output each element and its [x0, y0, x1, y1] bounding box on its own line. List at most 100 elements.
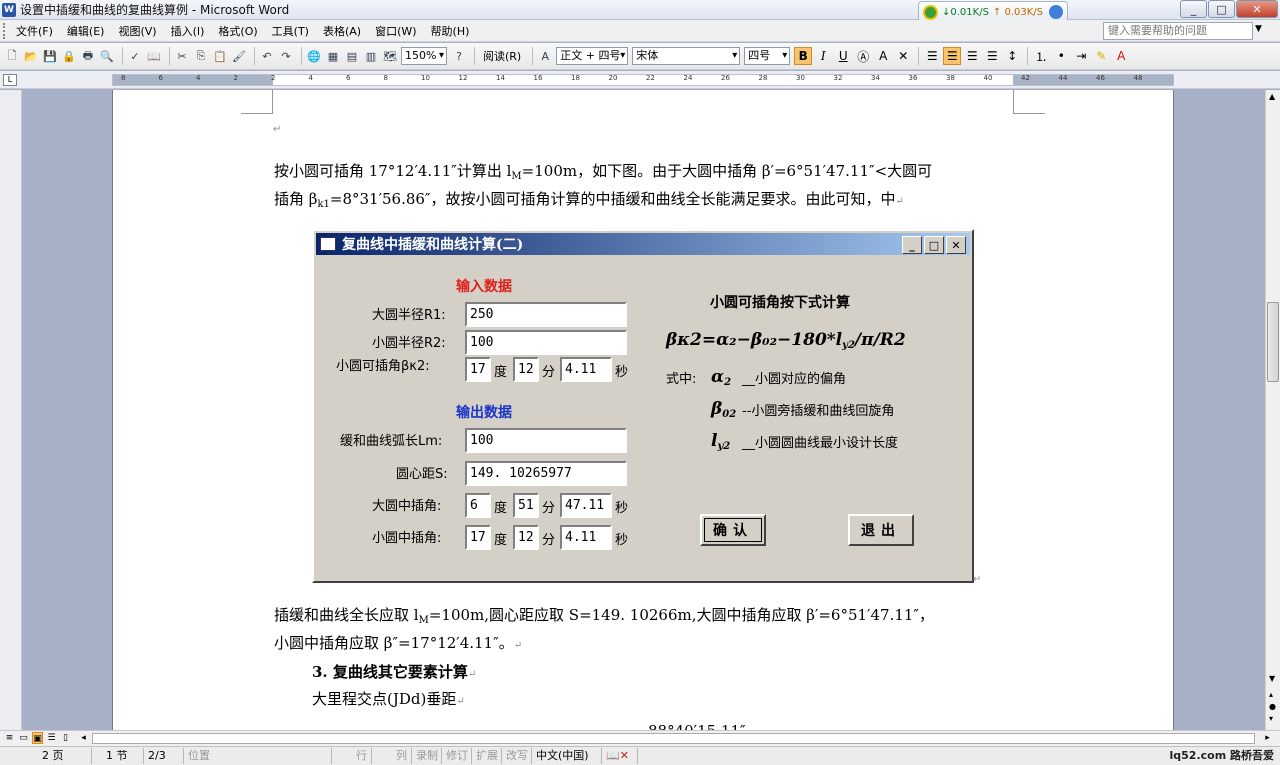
char-border-icon[interactable]: Ⓐ — [854, 47, 872, 65]
redo-icon[interactable]: ↷ — [278, 48, 294, 64]
small-deg-output[interactable]: 17 — [465, 525, 491, 550]
scroll-right-icon[interactable]: ▸ — [1262, 732, 1273, 744]
document-page[interactable]: ↵ 按小圆可插角 17°12′4.11″计算出 lM=100m，如下图。由于大圆… — [112, 90, 1174, 730]
status-track-changes[interactable]: 修订 — [442, 748, 472, 764]
highlight-icon[interactable]: ✎ — [1092, 47, 1110, 65]
doc-paragraph-line[interactable]: 插角 βk1=8°31′56.86″，故按小圆可插角计算的中插缓和曲线全长能满足… — [274, 188, 904, 210]
new-doc-icon[interactable]: 🗋 — [4, 48, 20, 64]
vertical-scrollbar[interactable]: ▲ ▼ ▴ ● ▾ — [1265, 90, 1280, 730]
status-extend[interactable]: 扩展 — [472, 748, 502, 764]
columns-icon[interactable]: ▥ — [363, 48, 379, 64]
beta-deg-input[interactable]: 17 — [465, 357, 491, 382]
lm-output[interactable]: 100 — [465, 428, 627, 453]
big-deg-output[interactable]: 6 — [465, 493, 491, 518]
undo-icon[interactable]: ↶ — [259, 48, 275, 64]
word-app-icon[interactable]: W — [2, 2, 16, 17]
char-shading-icon[interactable]: A — [874, 47, 892, 65]
menu-table[interactable]: 表格(A) — [316, 23, 368, 39]
dialog-close-button[interactable]: ✕ — [946, 236, 966, 254]
status-page[interactable]: 2 页 — [0, 748, 92, 764]
spelling-status-icon[interactable]: 📖✕ — [602, 748, 638, 764]
menu-insert[interactable]: 插入(I) — [164, 23, 212, 39]
browser-icon[interactable] — [1049, 5, 1064, 19]
align-justify-icon[interactable]: ☰ — [923, 47, 941, 65]
menu-view[interactable]: 视图(V) — [111, 23, 163, 39]
status-position[interactable]: 位置 — [184, 748, 332, 764]
s-output[interactable]: 149. 10265977 — [465, 461, 627, 486]
big-min-output[interactable]: 51 — [513, 493, 539, 518]
tables-borders-icon[interactable]: ▦ — [325, 48, 341, 64]
line-spacing-icon[interactable]: ↕ — [1003, 47, 1021, 65]
big-sec-output[interactable]: 47.11 — [560, 493, 612, 518]
small-sec-output[interactable]: 4.11 — [560, 525, 612, 550]
numbering-icon[interactable]: ⒈ — [1032, 47, 1050, 65]
r2-input[interactable]: 100 — [465, 330, 627, 355]
exit-button[interactable]: 退出 — [848, 514, 914, 546]
doc-paragraph-line[interactable]: 大里程交点(JDd)垂距↵ — [312, 688, 465, 709]
print-preview-icon[interactable]: 🔍 — [99, 48, 115, 64]
underline-button[interactable]: U — [834, 47, 852, 65]
help-icon[interactable]: ? — [451, 48, 467, 64]
horizontal-ruler[interactable]: 8 6 4 2 2 4 6 8 10 12 14 16 18 20 22 24 26 28 30 32 34 36 38 40… — [112, 74, 1174, 86]
minimize-button[interactable]: _ — [1180, 0, 1207, 18]
status-line[interactable]: 行 — [332, 748, 372, 764]
confirm-button[interactable]: 确认 — [700, 514, 766, 546]
spelling-icon[interactable]: ✓ — [127, 48, 143, 64]
next-page-icon[interactable]: ▾ — [1269, 714, 1273, 723]
status-record[interactable]: 录制 — [412, 748, 442, 764]
prev-page-icon[interactable]: ▴ — [1269, 690, 1273, 699]
insert-table-icon[interactable]: ▤ — [344, 48, 360, 64]
dialog-minimize-button[interactable]: _ — [902, 236, 922, 254]
select-browse-icon[interactable]: ● — [1269, 702, 1276, 711]
bullets-icon[interactable]: • — [1052, 47, 1070, 65]
zoom-select[interactable]: 150% — [401, 47, 447, 65]
doc-heading[interactable]: 3. 复曲线其它要素计算↵ — [312, 661, 476, 682]
research-icon[interactable]: 📖 — [146, 48, 162, 64]
style-select[interactable]: 正文 + 四号 — [556, 47, 629, 65]
r1-input[interactable]: 250 — [465, 302, 627, 327]
save-icon[interactable]: 💾 — [42, 48, 58, 64]
cut-icon[interactable]: ✂ — [174, 48, 190, 64]
format-painter-icon[interactable]: 🖌 — [231, 48, 247, 64]
close-button[interactable]: ✕ — [1236, 0, 1278, 18]
web-view-icon[interactable]: ▭ — [18, 732, 29, 744]
doc-paragraph-line[interactable]: 小圆中插角应取 β″=17°12′4.11″。↵ — [274, 632, 522, 653]
scroll-down-icon[interactable]: ▼ — [1269, 674, 1275, 683]
distributed-icon[interactable]: ☰ — [983, 47, 1001, 65]
status-section[interactable]: 1 节 — [92, 748, 144, 764]
doc-paragraph-line[interactable]: 插缓和曲线全长应取 lM=100m,圆心距应取 S=149. 10266m,大圆… — [274, 604, 934, 626]
copy-icon[interactable]: ⎘ — [193, 48, 209, 64]
normal-view-icon[interactable]: ≡ — [4, 732, 15, 744]
bold-button[interactable]: B — [794, 47, 813, 65]
font-size-select[interactable]: 四号 — [744, 47, 791, 65]
status-page-count[interactable]: 2/3 — [144, 748, 184, 764]
open-folder-icon[interactable]: 📂 — [23, 48, 39, 64]
align-right-icon[interactable]: ☰ — [963, 47, 981, 65]
print-icon[interactable]: 🖶 — [80, 48, 96, 64]
status-overtype[interactable]: 改写 — [502, 748, 532, 764]
scroll-up-icon[interactable]: ▲ — [1269, 92, 1275, 101]
embedded-dialog-picture[interactable]: 复曲线中插缓和曲线计算(二) _ □ ✕ 输入数据 大圆半径R1: 250 小圆… — [312, 229, 974, 583]
indent-icon[interactable]: ⇥ — [1072, 47, 1090, 65]
beta-min-input[interactable]: 12 — [513, 357, 539, 382]
dialog-maximize-button[interactable]: □ — [924, 236, 944, 254]
status-column[interactable]: 列 — [372, 748, 412, 764]
read-mode-button[interactable]: 阅读(R) — [479, 47, 525, 65]
italic-button[interactable]: I — [814, 47, 832, 65]
menu-edit[interactable]: 编辑(E) — [60, 23, 112, 39]
styles-icon[interactable]: A — [537, 48, 553, 64]
scroll-thumb[interactable] — [1267, 302, 1279, 382]
help-search-input[interactable]: 键入需要帮助的问题 — [1103, 22, 1253, 40]
menu-help[interactable]: 帮助(H) — [424, 23, 477, 39]
document-map-icon[interactable]: 🗺 — [382, 48, 398, 64]
beta-sec-input[interactable]: 4.11 — [560, 357, 612, 382]
menu-file[interactable]: 文件(F) — [9, 23, 60, 39]
doc-paragraph-line[interactable]: 按小圆可插角 17°12′4.11″计算出 lM=100m，如下图。由于大圆中插… — [274, 160, 932, 182]
hyperlink-icon[interactable]: 🌐 — [306, 48, 322, 64]
scroll-left-icon[interactable]: ◂ — [78, 732, 89, 744]
menu-window[interactable]: 窗口(W) — [368, 23, 423, 39]
print-view-icon[interactable]: ▣ — [32, 732, 43, 744]
font-color-icon[interactable]: A — [1112, 47, 1130, 65]
maximize-button[interactable]: □ — [1208, 0, 1235, 18]
menu-tools[interactable]: 工具(T) — [265, 23, 316, 39]
